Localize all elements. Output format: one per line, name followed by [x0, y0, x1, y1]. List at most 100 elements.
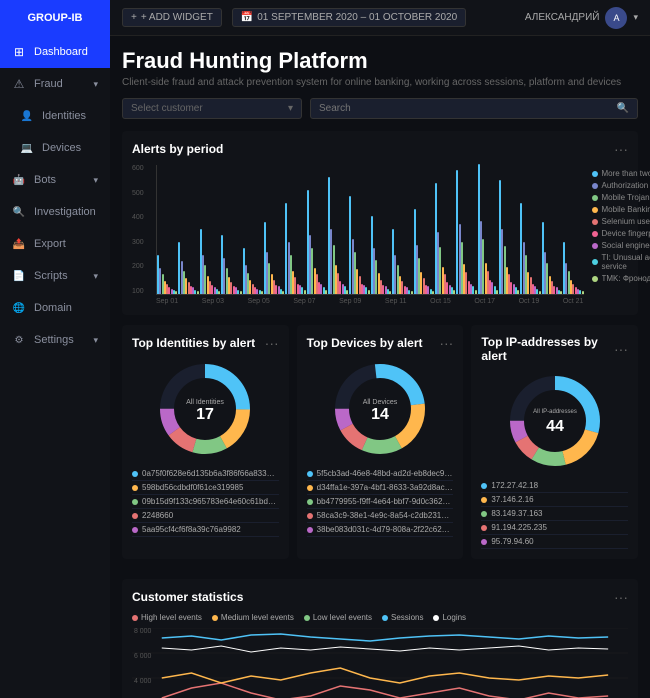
avatar[interactable]: А	[605, 7, 627, 29]
bar	[582, 291, 584, 294]
search-box[interactable]: 🔍	[310, 98, 638, 119]
stat-dot	[132, 513, 138, 519]
top-identities-card: Top Identities by alert ··· All Identiti…	[122, 325, 289, 559]
sidebar-item-scripts[interactable]: 📄 Scripts ▾	[0, 260, 110, 292]
stat-dot	[481, 539, 487, 545]
sidebar: GROUP-IB ⊞ Dashboard ⚠ Fraud ▾ 👤 Identit…	[0, 0, 110, 698]
sidebar-item-bots[interactable]: 🤖 Bots ▾	[0, 164, 110, 196]
stat-dot	[481, 483, 487, 489]
bar	[185, 278, 187, 294]
stat-dot	[132, 499, 138, 505]
sidebar-item-devices[interactable]: 💻 Devices	[0, 132, 110, 164]
card-title: Top Identities by alert	[132, 336, 255, 350]
legend-item: TI: Unusual activity using known high-ri…	[592, 253, 650, 271]
list-item: 5aa95cf4cf6f8a39c76a9982	[132, 523, 279, 537]
card-title: Alerts by period	[132, 142, 223, 156]
legend-label: Social engineering - high level	[602, 241, 650, 250]
card-header: Top Devices by alert ···	[307, 335, 454, 351]
legend-dot	[592, 183, 598, 189]
sidebar-item-label: Investigation	[34, 206, 96, 218]
card-menu-button[interactable]: ···	[439, 335, 453, 351]
legend-item: Mobile Banking Trojan	[592, 205, 650, 214]
devices-icon: 💻	[20, 141, 34, 155]
sidebar-item-dashboard[interactable]: ⊞ Dashboard	[0, 36, 110, 68]
search-input[interactable]	[319, 103, 613, 114]
legend-dot	[304, 615, 310, 621]
date-range-label: 01 SEPTEMBER 2020 – 01 OCTOBER 2020	[257, 12, 457, 23]
stat-text: 2248660	[142, 511, 173, 520]
bar	[539, 291, 541, 294]
card-menu-button[interactable]: ···	[614, 341, 628, 357]
x-label: Oct 21	[563, 298, 584, 305]
add-widget-button[interactable]: + + ADD WIDGET	[122, 8, 222, 27]
stat-dot	[481, 525, 487, 531]
bar	[501, 229, 503, 294]
legend-label: TI: Unusual activity using known high-ri…	[602, 253, 650, 271]
search-icon: 🔍	[617, 103, 629, 114]
sidebar-item-investigation[interactable]: 🔍 Investigation	[0, 196, 110, 228]
legend-label: More than two consecutive users from one…	[602, 169, 650, 178]
list-item: 172.27.42.18	[481, 479, 628, 493]
investigation-icon: 🔍	[12, 205, 26, 219]
x-label: Sep 07	[293, 298, 315, 305]
legend-dot	[592, 219, 598, 225]
sidebar-item-label: Settings	[34, 334, 74, 346]
line-chart: 8 000 6 000 4 000 2 000 0	[132, 628, 628, 698]
legend-item: More than two consecutive users from one…	[592, 169, 650, 178]
bar	[356, 269, 358, 294]
stat-dot	[307, 513, 313, 519]
legend-label: High level events	[141, 613, 202, 622]
top-ip-card: Top IP-addresses by alert ··· All IP-add…	[471, 325, 638, 559]
scripts-icon: 📄	[12, 269, 26, 283]
sidebar-item-label: Fraud	[34, 78, 63, 90]
bar	[475, 290, 477, 294]
list-item: 38be083d031c-4d79-808a-2f22c6207b37	[307, 523, 454, 537]
legend-dot	[592, 195, 598, 201]
bar	[237, 290, 239, 294]
bar	[411, 291, 413, 294]
stat-text: 0a75f0f628e6d135b6a3f86f66a833a578ae09da	[142, 469, 279, 478]
bar	[579, 290, 581, 294]
bar	[261, 291, 263, 294]
legend-dot	[592, 276, 598, 282]
date-range[interactable]: 📅 01 SEPTEMBER 2020 – 01 OCTOBER 2020	[232, 8, 466, 27]
bar	[218, 291, 220, 294]
sidebar-item-identities[interactable]: 👤 Identities	[0, 100, 110, 132]
svg-text:6 000: 6 000	[134, 653, 151, 660]
card-menu-button[interactable]: ···	[614, 589, 628, 605]
legend-dot	[382, 615, 388, 621]
sidebar-item-label: Identities	[42, 110, 86, 122]
list-item: 91.194.225.235	[481, 521, 628, 535]
page-subtitle: Client-side fraud and attack prevention …	[122, 77, 638, 88]
legend-label: Mobile Trojan	[602, 193, 650, 202]
customer-select[interactable]: Select customer ▾	[122, 98, 302, 119]
sidebar-item-export[interactable]: 📤 Export	[0, 228, 110, 260]
card-menu-button[interactable]: ···	[614, 141, 628, 157]
sidebar-item-settings[interactable]: ⚙ Settings ▾	[0, 324, 110, 356]
stat-dot	[307, 485, 313, 491]
sidebar-item-fraud[interactable]: ⚠ Fraud ▾	[0, 68, 110, 100]
list-item: 95.79.94.60	[481, 535, 628, 549]
card-title: Top Devices by alert	[307, 336, 423, 350]
donut-chart-devices: All Devices 14	[307, 359, 454, 459]
user-menu-chevron[interactable]: ▾	[633, 12, 638, 23]
bar	[304, 290, 306, 294]
topbar: + + ADD WIDGET 📅 01 SEPTEMBER 2020 – 01 …	[110, 0, 650, 36]
legend-item: Authorization from compromised device	[592, 181, 650, 190]
page-content: Fraud Hunting Platform Client-side fraud…	[110, 36, 650, 698]
list-item: d34ffa1e-397a-4bf1-8633-3a92d8ac7e6d	[307, 481, 454, 495]
list-item: bb4779955-f9ff-4e64-bbf7-9d0c3629414a	[307, 495, 454, 509]
list-item: 83.149.37.163	[481, 507, 628, 521]
bar	[368, 290, 370, 294]
export-icon: 📤	[12, 237, 26, 251]
sidebar-item-label: Dashboard	[34, 46, 88, 58]
bar	[159, 268, 161, 294]
stat-text: 172.27.42.18	[491, 481, 538, 490]
sidebar-item-domain[interactable]: 🌐 Domain	[0, 292, 110, 324]
customer-stats-card: Customer statistics ··· High level event…	[122, 579, 638, 698]
card-menu-button[interactable]: ···	[265, 335, 279, 351]
legend-dot	[212, 615, 218, 621]
stat-text: 5aa95cf4cf6f8a39c76a9982	[142, 525, 241, 534]
svg-text:4 000: 4 000	[134, 678, 151, 685]
x-label: Oct 19	[519, 298, 540, 305]
